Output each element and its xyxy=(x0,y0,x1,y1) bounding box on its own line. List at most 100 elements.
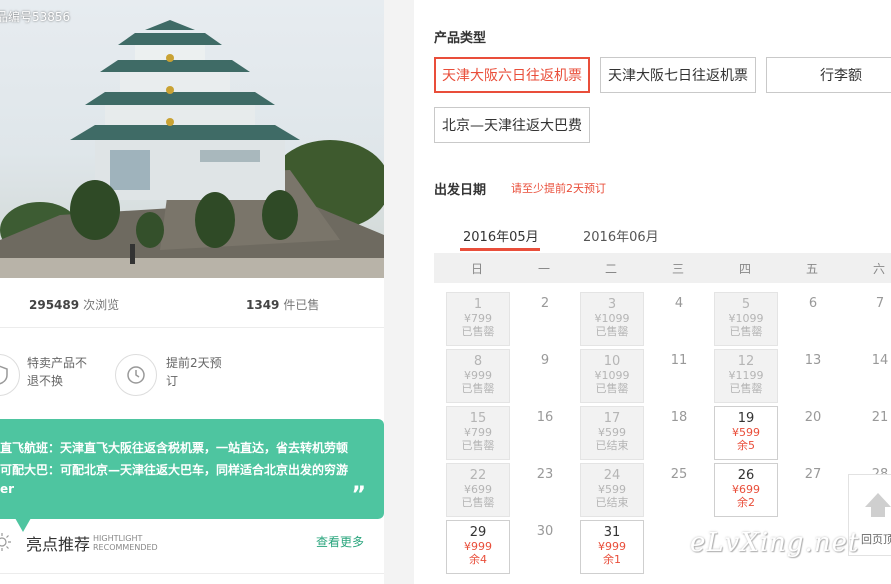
highlight-line: 直飞航班：天津直飞大阪往返含税机票，一站直达，省去转机劳顿 xyxy=(0,441,349,455)
product-type-title: 产品类型 xyxy=(434,31,487,46)
calendar-day-cell: 30 xyxy=(513,520,577,574)
booking-panel: 产品类型 天津大阪六日往返机票 天津大阪七日往返机票 行李额 北京—天津往返大巴… xyxy=(414,0,891,584)
product-option-bus[interactable]: 北京—天津往返大巴费 xyxy=(434,107,590,143)
calendar-day-cell: 15 ¥799 已售罄 xyxy=(446,406,510,460)
weekday-label: 三 xyxy=(671,262,684,276)
views-count: 295489 xyxy=(29,298,80,312)
day-number: 16 xyxy=(536,410,554,425)
calendar-day-cell[interactable]: 26 ¥699 余2 xyxy=(714,463,778,517)
day-number: 20 xyxy=(804,410,822,425)
calendar-day-cell: 4 xyxy=(647,292,711,346)
day-number: 31 xyxy=(603,525,621,540)
day-price: ¥999 xyxy=(598,540,626,553)
arrow-up-stem xyxy=(871,507,885,517)
day-price: ¥599 xyxy=(598,483,626,496)
divider xyxy=(0,573,384,574)
calendar-day-cell: 11 xyxy=(647,349,711,403)
day-number: 30 xyxy=(536,524,554,539)
calendar-day-cell: 17 ¥599 已结束 xyxy=(580,406,644,460)
day-number: 23 xyxy=(536,467,554,482)
day-number: 3 xyxy=(607,297,617,312)
day-status: 余1 xyxy=(603,553,621,566)
calendar-day-cell[interactable]: 31 ¥999 余1 xyxy=(580,520,644,574)
day-status: 已结束 xyxy=(595,439,629,452)
calendar-day-cell: 7 xyxy=(848,292,891,346)
feature-line: 退不换 xyxy=(27,374,64,388)
calendar-day-cell: 12 ¥1199 已售罄 xyxy=(714,349,778,403)
day-price: ¥699 xyxy=(464,483,492,496)
weekday-label: 四 xyxy=(738,262,751,276)
day-number: 10 xyxy=(603,354,621,369)
day-number: 21 xyxy=(871,410,889,425)
watermark: eLvXing.net xyxy=(690,528,860,558)
osaka-castle-illustration xyxy=(0,20,384,278)
day-number: 4 xyxy=(674,296,684,311)
day-number: 22 xyxy=(469,468,487,483)
product-option-tianjin-osaka-7day[interactable]: 天津大阪七日往返机票 xyxy=(600,57,756,93)
arrow-up-icon xyxy=(865,493,891,507)
calendar-day-cell[interactable]: 19 ¥599 余5 xyxy=(714,406,778,460)
feature-line: 订 xyxy=(166,374,179,388)
tab-month-may[interactable]: 2016年05月 xyxy=(463,226,539,245)
day-number: 12 xyxy=(737,354,755,369)
day-price: ¥799 xyxy=(464,312,492,325)
weekday-label: 六 xyxy=(872,262,885,276)
day-status: 已售罄 xyxy=(461,496,495,509)
feature-no-refund: 特卖产品不 退不换 xyxy=(27,354,87,390)
day-number: 14 xyxy=(871,353,889,368)
day-number: 15 xyxy=(469,411,487,426)
day-number: 29 xyxy=(469,525,487,540)
back-to-top-label: 回页顶 xyxy=(861,533,891,546)
day-price: ¥1199 xyxy=(728,369,764,382)
day-number: 17 xyxy=(603,411,621,426)
day-status: 已售罄 xyxy=(729,325,763,338)
calendar-day-cell[interactable]: 29 ¥999 余4 xyxy=(446,520,510,574)
booking-hint: 请至少提前2天预订 xyxy=(511,182,606,195)
calendar-day-cell: 9 xyxy=(513,349,577,403)
weekday-label: 五 xyxy=(805,262,818,276)
calendar-day-cell: 18 xyxy=(647,406,711,460)
day-number: 18 xyxy=(670,410,688,425)
calendar-day-cell: 13 xyxy=(781,349,845,403)
day-number: 27 xyxy=(804,467,822,482)
view-more-link[interactable]: 查看更多 xyxy=(316,533,364,550)
divider xyxy=(0,327,384,328)
day-number: 5 xyxy=(741,297,751,312)
day-number: 7 xyxy=(875,296,885,311)
day-price: ¥599 xyxy=(732,426,760,439)
day-status: 已售罄 xyxy=(595,382,629,395)
calendar-day-cell: 23 xyxy=(513,463,577,517)
weekday-label: 二 xyxy=(604,262,617,276)
day-status: 余2 xyxy=(737,496,755,509)
day-number: 9 xyxy=(540,353,550,368)
weekday-label: 日 xyxy=(470,262,483,276)
day-number: 19 xyxy=(737,411,755,426)
calendar-day-cell: 14 xyxy=(848,349,891,403)
speech-tail xyxy=(15,518,31,532)
calendar-day-cell: 1 ¥799 已售罄 xyxy=(446,292,510,346)
active-month-indicator xyxy=(460,248,540,251)
history-clock-icon xyxy=(115,354,157,396)
day-number: 13 xyxy=(804,353,822,368)
departure-date-title: 出发日期 xyxy=(434,183,487,198)
day-price: ¥799 xyxy=(464,426,492,439)
highlight-line: 可配大巴：可配北京—天津往返大巴车，同样适合北京出发的穷游 xyxy=(0,463,349,477)
highlight-line: er xyxy=(0,482,15,496)
product-stats: 295489 次浏览 1349 件已售 xyxy=(0,290,384,318)
sold-stat: 1349 件已售 xyxy=(246,296,319,313)
day-number: 8 xyxy=(473,354,483,369)
product-option-tianjin-osaka-6day[interactable]: 天津大阪六日往返机票 xyxy=(434,57,590,93)
day-number: 25 xyxy=(670,467,688,482)
product-option-baggage[interactable]: 行李额 xyxy=(766,57,891,93)
weekday-label: 一 xyxy=(537,262,550,276)
calendar-day-cell: 10 ¥1099 已售罄 xyxy=(580,349,644,403)
day-status: 已售罄 xyxy=(595,325,629,338)
day-price: ¥599 xyxy=(598,426,626,439)
day-status: 已售罄 xyxy=(461,439,495,452)
calendar-day-cell: 27 xyxy=(781,463,845,517)
day-number: 26 xyxy=(737,468,755,483)
product-summary-panel: 品编号53856 295489 次浏览 1349 件已售 特卖产品不 退不换 提前2… xyxy=(0,0,384,584)
sold-label: 件已售 xyxy=(283,298,320,312)
tab-month-june[interactable]: 2016年06月 xyxy=(583,226,659,245)
feature-line: 特卖产品不 xyxy=(27,356,88,370)
